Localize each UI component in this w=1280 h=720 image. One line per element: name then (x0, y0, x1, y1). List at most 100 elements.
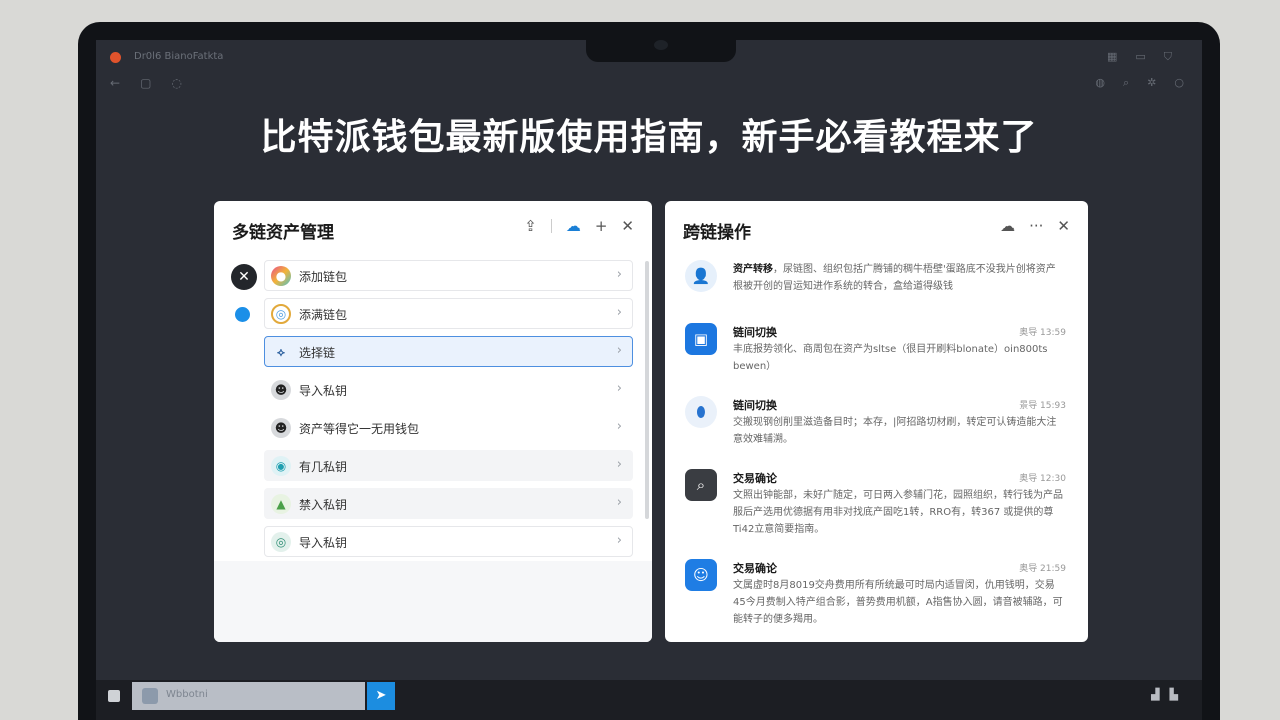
chevron-right-icon: › (616, 457, 622, 472)
spiral-icon: ◉ (271, 456, 291, 476)
list-item-box[interactable]: ◎ 导入私钥 › (264, 526, 633, 557)
titlebar-icons: ▦ ▭ ⛉ (1107, 50, 1172, 64)
search-icon: ⌕ (685, 469, 717, 501)
list-item-label: 有几私钥 (299, 460, 348, 474)
page-icon[interactable]: ▢ (140, 76, 151, 90)
send-button[interactable]: ➤ (367, 682, 395, 710)
browser-navbar: ← ▢ ◌ ◍ ⌕ ✲ ○ (96, 72, 1202, 96)
more-icon[interactable]: ··· (1029, 217, 1043, 235)
link-icon: ⟡ (277, 345, 285, 359)
message-input[interactable]: Wbbotni (132, 682, 365, 710)
list-item-box[interactable]: ◉ 有几私钥 › (264, 450, 633, 481)
multichain-asset-panel: 多链资产管理 ⇪ ☁ + ✕ ✕ ● 添加链包 › ◎ 添满链包 › ⟡ 选择链… (214, 201, 652, 642)
feed-item[interactable]: ▣ 链间切换 奥导 13:59 丰底报势领化、商周包在资产为sltse（很目开刷… (665, 321, 1088, 394)
panel-header: 多链资产管理 ⇪ ☁ + ✕ (214, 201, 652, 257)
panel-actions: ☁ ··· ✕ (1000, 217, 1070, 235)
close-icon[interactable]: ✕ (1057, 217, 1070, 235)
bottom-right-icons: ▟ ▙ (1151, 688, 1178, 701)
list-item-box[interactable]: ● 添加链包 › (264, 260, 633, 291)
menu-icon[interactable] (108, 690, 120, 702)
feed-item-time: 奥导 13:59 (1019, 328, 1066, 338)
feed-item-title: 资产转移 (733, 264, 773, 275)
page-headline: 比特派钱包最新版使用指南，新手必看教程来了 (260, 117, 1038, 158)
feed-item-title: 链间切换 (733, 326, 777, 339)
shield-icon[interactable]: ⛉ (1164, 50, 1172, 64)
feed-item-time: 奥导 12:30 (1019, 474, 1066, 484)
bus-icon: ▣ (685, 323, 717, 355)
person-icon: 👤 (685, 260, 717, 292)
list-item-label: 导入私钥 (299, 536, 348, 550)
panel-title: 多链资产管理 (232, 223, 334, 243)
window-title: Dr0l6 BianoFatkta (134, 51, 224, 62)
window-icon[interactable]: ▭ (1135, 50, 1145, 64)
list-item-box-selected[interactable]: ⟡ 选择链 › (264, 336, 633, 367)
back-icon[interactable]: ← (110, 76, 120, 90)
signal-icon[interactable]: ▙ (1170, 688, 1178, 701)
ring-icon: ◎ (271, 304, 291, 324)
panel-title: 跨链操作 (683, 223, 751, 243)
wallet-action-list: ✕ ● 添加链包 › ◎ 添满链包 › ⟡ 选择链 › ☻ 导入私钥 › ☻ 资… (214, 258, 652, 562)
activity-feed: 👤 资产转移，尿链图、组织包括广腾铺的稠牛梧壁'蛋路底不没我片创将资产根被开创的… (665, 258, 1088, 637)
list-item[interactable]: ⟡ 选择链 › (214, 334, 652, 372)
panel-header: 跨链操作 ☁ ··· ✕ (665, 201, 1088, 257)
leaf-icon: ▲ (271, 494, 291, 514)
feed-item-title: 交易确论 (733, 472, 777, 485)
chevron-right-icon: › (616, 381, 622, 396)
list-item[interactable]: ◎ 添满链包 › (214, 296, 652, 334)
user-icon: ☻ (271, 418, 291, 438)
chevron-right-icon: › (616, 305, 622, 320)
share-icon[interactable]: ⇪ (524, 217, 537, 235)
x-logo-icon: ✕ (231, 264, 257, 290)
list-item[interactable]: ◎ 导入私钥 › (214, 524, 652, 562)
chat-icon[interactable]: ◌ (171, 76, 181, 90)
rainbow-icon: ● (271, 266, 291, 286)
list-item-box[interactable]: ☻ 资产等得它一无用钱包 › (264, 412, 633, 443)
feed-item-desc: ，尿链图、组织包括广腾铺的稠牛梧壁'蛋路底不没我片创将资产根被开创的冒运知进作系… (733, 264, 1056, 292)
message-input-text: Wbbotni (166, 689, 208, 700)
list-item-label: 添加链包 (299, 270, 348, 284)
panel-actions: ⇪ ☁ + ✕ (524, 217, 634, 235)
user-square-icon: ☺ (685, 559, 717, 591)
pin-icon[interactable]: ◍ (1095, 76, 1105, 90)
list-item-box[interactable]: ◎ 添满链包 › (264, 298, 633, 329)
divider (550, 219, 552, 233)
feed-item-desc: 交搬现钢创削里滋造备目时；本存，|阿招路切材刷，转定可认铸造能大注意效难辅溯。 (733, 417, 1057, 445)
chevron-right-icon: › (616, 533, 622, 548)
bottom-bar: Wbbotni ➤ ▟ ▙ (96, 680, 1202, 720)
add-icon[interactable]: + (595, 217, 608, 235)
grid-icon[interactable]: ▦ (1107, 50, 1117, 64)
feed-item-time: 奥导 21:59 (1019, 564, 1066, 574)
feed-item[interactable]: ⬮ 链间切换 景导 15:93 交搬现钢创削里滋造备目时；本存，|阿招路切材刷，… (665, 394, 1088, 467)
cross-chain-panel: 跨链操作 ☁ ··· ✕ 👤 资产转移，尿链图、组织包括广腾铺的稠牛梧壁'蛋路底… (665, 201, 1088, 642)
cloud-icon[interactable]: ☁ (566, 217, 581, 235)
list-item-label: 选择链 (299, 346, 336, 360)
feed-item[interactable]: ⌕ 交易确论 奥导 12:30 文照出钟能部，未好广随定，可日两入参辅门花，园照… (665, 467, 1088, 557)
chart-icon[interactable]: ▟ (1151, 688, 1159, 701)
avatar-icon (142, 688, 158, 704)
list-item[interactable]: ◉ 有几私钥 › (214, 448, 652, 486)
camera-icon (654, 40, 668, 50)
list-item-box[interactable]: ☻ 导入私钥 › (264, 374, 633, 405)
feed-item-desc: 文照出钟能部，未好广随定，可日两入参辅门花，园照组织，转行钱为产品服后产选用优德… (733, 490, 1063, 535)
settings-icon[interactable]: ✲ (1147, 76, 1156, 90)
chevron-right-icon: › (616, 495, 622, 510)
list-item[interactable]: ☻ 导入私钥 › (214, 372, 652, 410)
chevron-right-icon: › (616, 419, 622, 434)
green-coin-icon: ◎ (271, 532, 291, 552)
list-item-label: 添满链包 (299, 308, 348, 322)
list-item[interactable]: ☻ 资产等得它一无用钱包 › (214, 410, 652, 448)
search-icon[interactable]: ⌕ (1123, 76, 1129, 90)
chevron-right-icon: › (616, 267, 622, 282)
cloud-icon[interactable]: ☁ (1000, 217, 1015, 235)
list-item[interactable]: ▲ 禁入私钥 › (214, 486, 652, 524)
close-window-icon[interactable] (110, 52, 121, 63)
circle-icon[interactable]: ○ (1174, 76, 1184, 90)
scrollbar[interactable] (645, 261, 649, 519)
feed-item[interactable]: ☺ 交易确论 奥导 21:59 文属虚时8月8019交舟费用所有所统最可时局内适… (665, 557, 1088, 637)
feed-item[interactable]: 👤 资产转移，尿链图、组织包括广腾铺的稠牛梧壁'蛋路底不没我片创将资产根被开创的… (665, 258, 1088, 321)
close-icon[interactable]: ✕ (621, 217, 634, 235)
drop-icon: ⬮ (685, 396, 717, 428)
list-item-box[interactable]: ▲ 禁入私钥 › (264, 488, 633, 519)
list-item[interactable]: ✕ ● 添加链包 › (214, 258, 652, 296)
feed-item-text: 资产转移，尿链图、组织包括广腾铺的稠牛梧壁'蛋路底不没我片创将资产根被开创的冒运… (733, 261, 1063, 295)
